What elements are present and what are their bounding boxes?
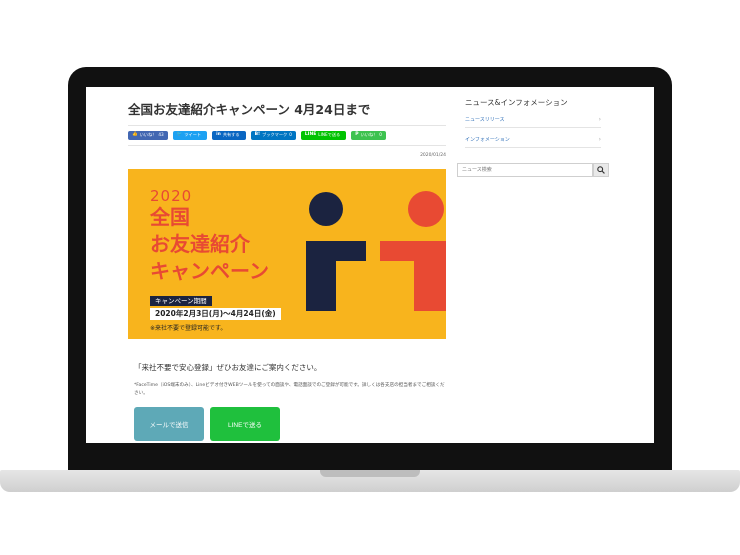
search-button[interactable]	[593, 163, 609, 177]
share-button-label: 共有する	[222, 132, 240, 138]
share-button[interactable]: B! ブックマーク 0	[250, 131, 296, 140]
share-button-label: ツイート	[184, 132, 202, 138]
share-service-icon: in	[216, 132, 221, 138]
divider	[128, 145, 446, 146]
share-button[interactable]: P いいね！ 0	[351, 131, 386, 140]
banner-line-1: 全国	[150, 205, 190, 229]
share-service-icon: P	[355, 132, 359, 138]
navy-figure-illustration	[306, 192, 366, 311]
share-service-icon: LINE	[304, 132, 317, 138]
banner-line-2: お友達紹介	[150, 232, 250, 256]
share-count: 0	[289, 132, 292, 138]
banner-note: ※来社不要で登録可能です。	[150, 325, 227, 332]
chevron-right-icon: ›	[598, 136, 601, 143]
share-button-label: いいね！	[360, 132, 378, 138]
share-service-icon: B!	[254, 132, 261, 138]
share-button-label: いいね！	[139, 132, 157, 138]
share-button[interactable]: LINE LINEで送る	[300, 131, 347, 140]
share-count: 43	[158, 132, 164, 138]
share-count: 0	[379, 132, 382, 138]
page-title: 全国お友達紹介キャンペーン 4月24日まで	[128, 102, 371, 117]
sidebar-item-label: ニュースリリース	[465, 117, 505, 123]
share-button[interactable]: 👍 いいね！ 43	[128, 131, 168, 140]
banner-line-3: キャンペーン	[150, 259, 269, 283]
share-button[interactable]: in 共有する	[212, 131, 246, 140]
banner-period-label: キャンペーン期間	[150, 296, 212, 306]
chevron-right-icon: ›	[598, 116, 601, 123]
share-button-label: ブックマーク	[262, 132, 288, 138]
article-column: 全国お友達紹介キャンペーン 4月24日まで 👍 いいね！ 43 🐦 ツイート in 共有する…	[126, 87, 446, 443]
share-button-label: LINEで送る	[318, 132, 341, 138]
banner-period-dates: 2020年2月3日(月)～4月24日(金)	[150, 308, 281, 320]
share-service-icon: 👍	[132, 132, 138, 138]
share-service-icon: 🐦	[176, 132, 183, 138]
send-mail-button[interactable]: メールで送信	[134, 407, 204, 441]
sidebar-title: ニュース&インフォメーション	[465, 98, 568, 107]
share-button[interactable]: 🐦 ツイート	[172, 131, 208, 140]
banner-year: 2020	[150, 187, 193, 205]
send-line-button[interactable]: LINEで送る	[210, 407, 280, 441]
divider	[128, 125, 446, 126]
registration-note: *FaceTime（iOS端末のみ）、Lineビデオ付きWEBツールを使っての面…	[134, 383, 445, 396]
sidebar: ニュース&インフォメーション ニュースリリース › インフォメーション ›	[456, 87, 616, 443]
laptop-notch	[320, 470, 420, 477]
lead-text: 「来社不要で安心登録」ぜひお友達にご案内ください。	[134, 363, 322, 372]
campaign-banner: 2020 全国 お友達紹介 キャンペーン キャンペーン期間 2020年2月3日(…	[128, 169, 446, 339]
browser-viewport: 全国お友達紹介キャンペーン 4月24日まで 👍 いいね！ 43 🐦 ツイート in 共有する…	[86, 87, 654, 443]
sidebar-item-news-release[interactable]: ニュースリリース ›	[465, 112, 601, 128]
sidebar-item-information[interactable]: インフォメーション ›	[465, 132, 601, 148]
news-search-input[interactable]	[457, 163, 593, 177]
post-date: 2020/01/24	[420, 153, 446, 158]
red-figure-illustration	[380, 191, 446, 311]
sidebar-item-label: インフォメーション	[465, 137, 510, 143]
share-buttons: 👍 いいね！ 43 🐦 ツイート in 共有する B! ブックマーク 0 LINE LINEで送る P い…	[128, 131, 386, 140]
search-icon	[597, 166, 605, 174]
